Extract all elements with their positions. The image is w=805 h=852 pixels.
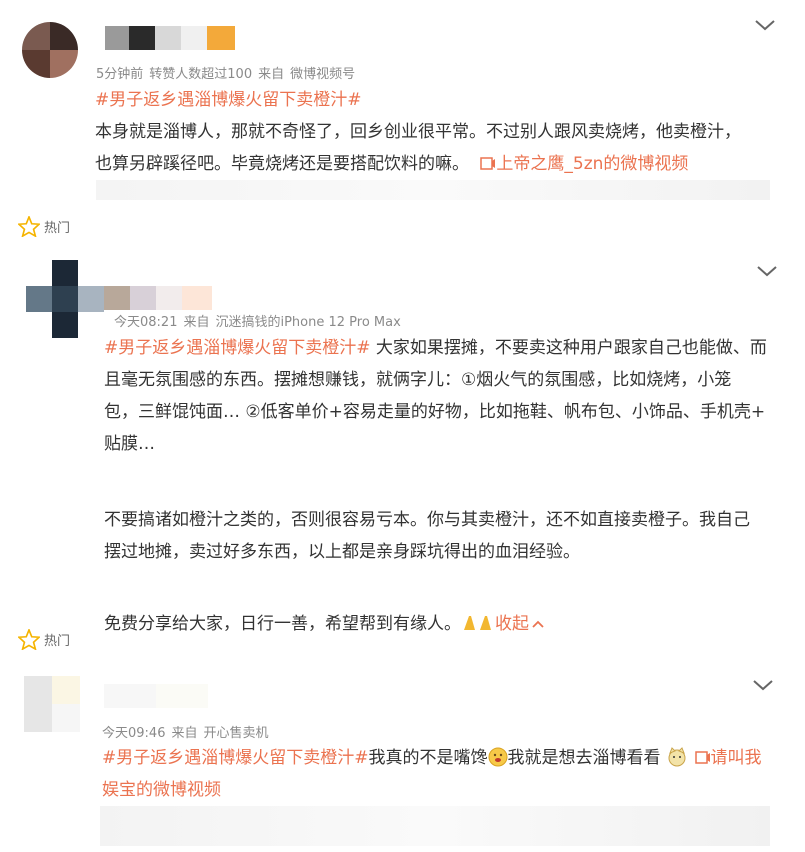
video-icon bbox=[694, 751, 710, 764]
source-prefix: 来自 bbox=[183, 315, 210, 330]
topic-tag[interactable]: #男子返乡遇淄博爆火留下卖橙汁# bbox=[102, 748, 369, 768]
post-body: #男子返乡遇淄博爆火留下卖橙汁# 大家如果摆摊，不要卖这种用户跟家自己也能做、而… bbox=[104, 332, 784, 640]
hot-label: 热门 bbox=[18, 629, 70, 650]
chevron-down-icon[interactable] bbox=[756, 264, 778, 278]
chevron-down-icon[interactable] bbox=[754, 18, 776, 32]
post-line: 本身就是淄博人，那就不奇怪了，回乡创业很平常。不过别人跟风卖烧烤，他卖橙汁， bbox=[95, 122, 741, 142]
post-meta: 今天08:21 来自 沉迷搞钱的iPhone 12 Pro Max bbox=[114, 311, 407, 330]
post-line: 大家如果摆摊，不要卖这种用户跟家自己也能做、而 bbox=[370, 338, 767, 358]
video-link-label[interactable]: 上帝之鹰_5zn的微博视频 bbox=[496, 154, 688, 174]
star-icon bbox=[18, 629, 40, 650]
post-time[interactable]: 今天08:21 bbox=[114, 315, 177, 330]
video-link-label[interactable]: 请叫我 bbox=[711, 748, 762, 768]
avatar[interactable] bbox=[24, 676, 80, 732]
chevron-down-icon[interactable] bbox=[752, 678, 774, 692]
post-body: #男子返乡遇淄博爆火留下卖橙汁# 本身就是淄博人，那就不奇怪了，回乡创业很平常。… bbox=[95, 84, 785, 180]
topic-tag[interactable]: #男子返乡遇淄博爆火留下卖橙汁# bbox=[95, 90, 362, 110]
video-link[interactable]: 上帝之鹰_5zn的微博视频 bbox=[474, 154, 688, 174]
username-blurred[interactable] bbox=[104, 684, 208, 708]
post-text: 我真的不是嘴馋 bbox=[368, 748, 488, 768]
hot-text: 热门 bbox=[44, 221, 71, 236]
source-prefix: 来自 bbox=[171, 726, 198, 741]
post-line: 摆过地摊，卖过好多东西，以上都是亲身踩坑得出的血泪经验。 bbox=[104, 542, 580, 562]
collapse-button[interactable]: 收起 bbox=[495, 614, 545, 634]
chevron-up-icon bbox=[532, 620, 544, 628]
post-text: 我就是想去淄博看看 bbox=[507, 748, 661, 768]
post-source[interactable]: 开心售卖机 bbox=[203, 726, 268, 741]
avatar[interactable] bbox=[26, 260, 104, 338]
post-line: 也算另辟蹊径吧。毕竟烧烤还是要搭配饮料的嘛。 bbox=[95, 154, 469, 174]
video-link[interactable]: 请叫我 bbox=[687, 748, 762, 768]
post-meta: 今天09:46 来自 开心售卖机 bbox=[102, 722, 275, 741]
hot-label: 热门 bbox=[18, 216, 70, 237]
post-time[interactable]: 5分钟前 bbox=[96, 67, 143, 82]
post-line: 不要搞诸如橙汁之类的，否则很容易亏本。你与其卖橙汁，还不如直接卖橙子。我自己 bbox=[104, 510, 750, 530]
post-source[interactable]: 沉迷搞钱的iPhone 12 Pro Max bbox=[215, 315, 400, 330]
star-icon bbox=[18, 216, 40, 237]
username-blurred[interactable] bbox=[104, 286, 214, 310]
cat-emoji-icon bbox=[668, 747, 685, 767]
pray-emoji-icon bbox=[461, 610, 495, 630]
post-body: #男子返乡遇淄博爆火留下卖橙汁#我真的不是嘴馋 我就是想去淄博看看 请叫我 娱宝的微… bbox=[102, 742, 782, 806]
blurred-media bbox=[96, 180, 770, 200]
post-time[interactable]: 今天09:46 bbox=[102, 726, 165, 741]
username-blurred[interactable] bbox=[105, 26, 235, 50]
source-prefix: 来自 bbox=[258, 67, 285, 82]
topic-tag[interactable]: #男子返乡遇淄博爆火留下卖橙汁# bbox=[104, 338, 371, 358]
avatar[interactable] bbox=[22, 22, 78, 78]
post-line: 包，三鲜馄饨面… ②低客单价+容易走量的好物，比如拖鞋、帆布包、小饰品、手机壳+ bbox=[104, 402, 766, 422]
drool-emoji-icon bbox=[488, 747, 507, 767]
post-line: 且毫无氛围感的东西。摆摊想赚钱，就俩字儿：①烟火气的氛围感，比如烧烤，小笼 bbox=[104, 370, 732, 390]
hot-text: 热门 bbox=[44, 634, 71, 649]
video-link-label[interactable]: 娱宝的微博视频 bbox=[102, 780, 221, 800]
post-line: 贴膜… bbox=[104, 434, 155, 454]
post-extra: 转赞人数超过100 bbox=[149, 67, 253, 82]
blurred-media bbox=[100, 806, 770, 846]
post-meta: 5分钟前 转赞人数超过100 来自 微博视频号 bbox=[96, 63, 361, 82]
collapse-label[interactable]: 收起 bbox=[495, 614, 529, 634]
post-source[interactable]: 微博视频号 bbox=[290, 67, 355, 82]
video-icon bbox=[480, 157, 496, 170]
post-line: 免费分享给大家，日行一善，希望帮到有缘人。 bbox=[104, 614, 461, 634]
